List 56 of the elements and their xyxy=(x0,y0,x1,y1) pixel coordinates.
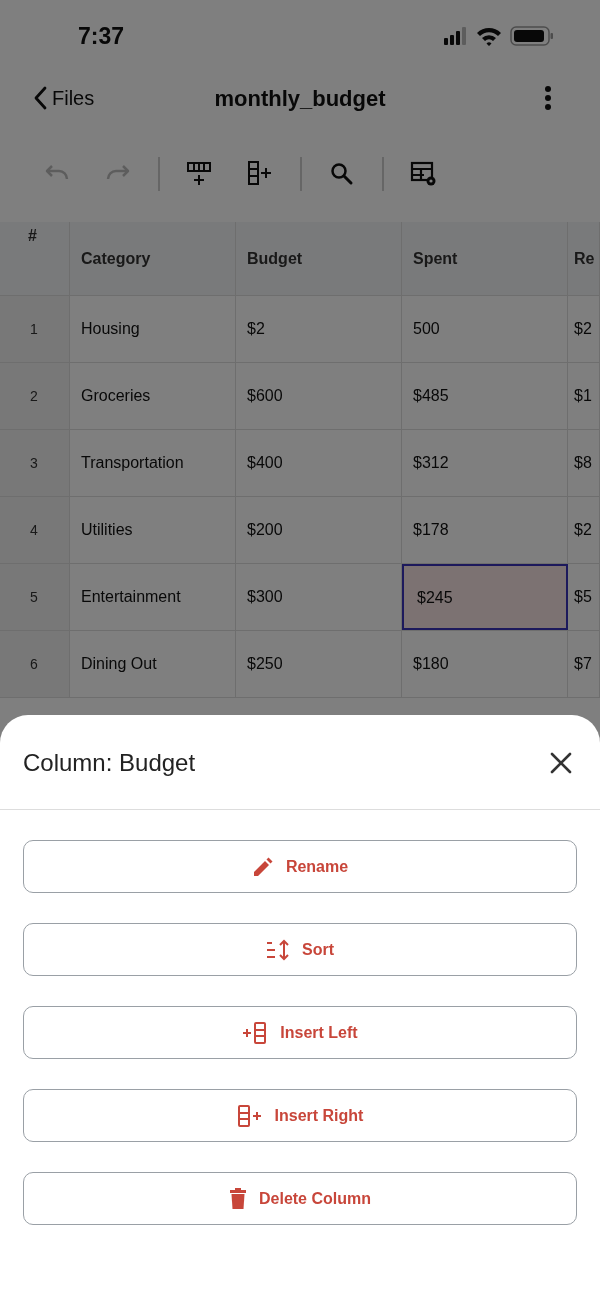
rename-button[interactable]: Rename xyxy=(23,840,577,893)
table-cell[interactable]: $400 xyxy=(236,430,402,496)
sort-icon xyxy=(266,938,290,961)
close-icon xyxy=(550,752,572,774)
table-cell[interactable]: $178 xyxy=(402,497,568,563)
pencil-icon xyxy=(251,855,274,878)
signal-icon xyxy=(444,27,468,45)
table-cell[interactable]: $485 xyxy=(402,363,568,429)
table-cell[interactable]: Entertainment xyxy=(70,564,236,630)
status-time: 7:37 xyxy=(78,21,125,51)
row-number-header: # xyxy=(28,227,37,244)
delete-button[interactable]: Delete Column xyxy=(23,1172,577,1225)
row-number: 3 xyxy=(30,453,38,473)
table-cell[interactable]: $5 xyxy=(568,564,600,630)
row-number: 6 xyxy=(30,654,38,674)
table-cell[interactable]: Transportation xyxy=(70,430,236,496)
table-cell[interactable]: $7 xyxy=(568,631,600,697)
sheet-title: Column: Budget xyxy=(23,748,196,778)
table-cell[interactable]: $2 xyxy=(568,296,600,362)
more-icon xyxy=(544,86,552,110)
table-cell[interactable]: Utilities xyxy=(70,497,236,563)
table-cell[interactable]: $245 xyxy=(402,564,568,630)
table-cell[interactable]: $250 xyxy=(236,631,402,697)
row-number: 4 xyxy=(30,520,38,540)
insert-column-icon xyxy=(246,160,274,188)
row-number: 2 xyxy=(30,386,38,406)
battery-icon xyxy=(510,26,554,46)
table-cell[interactable]: $600 xyxy=(236,363,402,429)
insert-right-button[interactable]: Insert Right xyxy=(23,1089,577,1142)
table-cell[interactable]: 500 xyxy=(402,296,568,362)
column-header[interactable]: Spent xyxy=(413,246,458,271)
table-cell[interactable]: $312 xyxy=(402,430,568,496)
wifi-icon xyxy=(476,26,502,46)
column-header[interactable]: Category xyxy=(81,246,151,271)
table-cell[interactable]: $1 xyxy=(568,363,600,429)
table-cell[interactable]: $200 xyxy=(236,497,402,563)
insert-right-icon xyxy=(236,1103,263,1128)
table-settings-icon xyxy=(410,160,438,188)
table-cell[interactable]: $8 xyxy=(568,430,600,496)
table-cell[interactable]: $2 xyxy=(568,497,600,563)
column-header[interactable]: Budget xyxy=(247,246,303,271)
table-cell[interactable]: Dining Out xyxy=(70,631,236,697)
insert-left-icon xyxy=(242,1020,269,1045)
row-number: 1 xyxy=(30,319,38,339)
column-header[interactable]: Re xyxy=(574,246,595,271)
sort-button[interactable]: Sort xyxy=(23,923,577,976)
insert-row-icon xyxy=(186,160,214,188)
insert-left-button[interactable]: Insert Left xyxy=(23,1006,577,1059)
table-cell[interactable]: Housing xyxy=(70,296,236,362)
table-cell[interactable]: $2 xyxy=(236,296,402,362)
trash-icon xyxy=(229,1187,247,1210)
table-cell[interactable]: $180 xyxy=(402,631,568,697)
table-cell[interactable]: Groceries xyxy=(70,363,236,429)
document-title: monthly_budget xyxy=(214,85,386,111)
row-number: 5 xyxy=(30,587,38,607)
back-icon xyxy=(34,86,48,110)
